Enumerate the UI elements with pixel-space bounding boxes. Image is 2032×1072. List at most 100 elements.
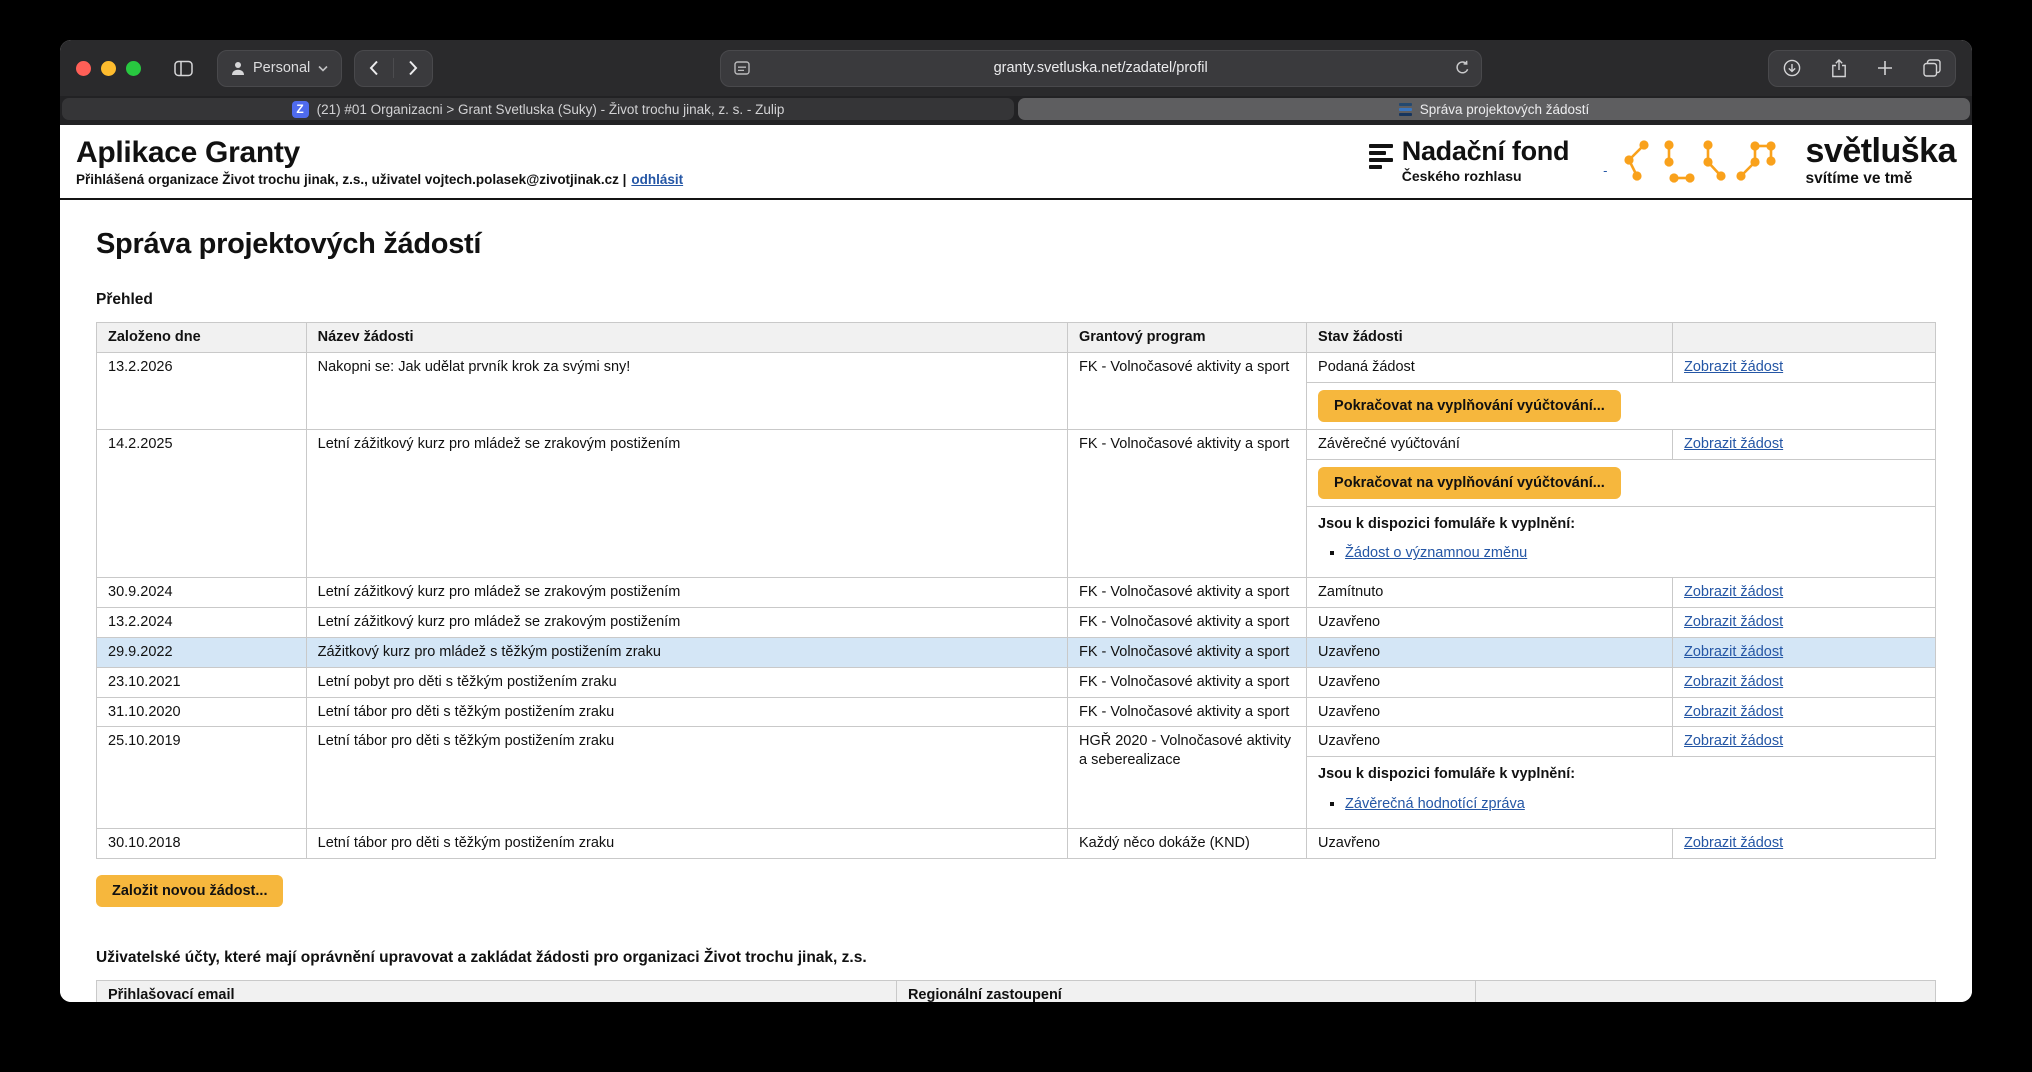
cell-actions: Zobrazit žádost [1673,727,1936,757]
table-row: 14.2.2025 Letní zážitkový kurz pro mláde… [97,429,1936,459]
view-application-link[interactable]: Zobrazit žádost [1684,733,1783,749]
nadacni-fond-text: Nadační fond Českého rozhlasu [1402,138,1569,184]
page-body: Aplikace Granty Přihlášená organizace Ži… [60,125,1972,1002]
cell-forms: Jsou k dispozici fomuláře k vyplnění: Zá… [1307,757,1936,829]
tab-overview-button[interactable] [1923,59,1941,77]
back-button[interactable] [355,51,393,86]
cell-actions: Zobrazit žádost [1673,578,1936,608]
close-window-button[interactable] [76,61,91,76]
reload-icon[interactable] [1455,51,1470,86]
zoom-window-button[interactable] [126,61,141,76]
history-nav [354,50,433,87]
tab-sprava-zadosti[interactable]: Správa projektových žádostí [1018,98,1970,120]
form-link[interactable]: Žádost o významnou změnu [1345,545,1527,561]
view-application-link[interactable]: Zobrazit žádost [1684,704,1783,720]
cell-name: Letní tábor pro děti s těžkým postižením… [306,697,1067,727]
cell-date: 30.10.2018 [97,828,307,858]
cell-actions: Zobrazit žádost [1673,697,1936,727]
col-header-region: Regionální zastoupení [896,980,1475,1002]
view-application-link[interactable]: Zobrazit žádost [1684,436,1783,452]
tab-zulip-label: (21) #01 Organizacni > Grant Svetluska (… [317,102,785,117]
cell-status: Uzavřeno [1307,727,1673,757]
view-application-link[interactable]: Zobrazit žádost [1684,835,1783,851]
cell-program: FK - Volnočasové aktivity a sport [1067,667,1306,697]
svetluska-line2: svítíme ve tmě [1806,170,1957,188]
list-item: Závěrečná hodnotící zpráva [1345,795,1924,814]
cell-program: Každý něco dokáže (KND) [1067,828,1306,858]
sidebar-icon [174,60,193,77]
cell-name: Nakopni se: Jak udělat prvník krok za sv… [306,352,1067,429]
granty-favicon-icon [1399,103,1412,116]
cell-actions: Zobrazit žádost [1673,667,1936,697]
page-settings-icon[interactable] [734,51,750,86]
sidebar-toggle-button[interactable] [161,50,205,87]
cell-name: Letní zážitkový kurz pro mládež se zrako… [306,608,1067,638]
forms-available-label: Jsou k dispozici fomuláře k vyplnění: [1318,515,1924,534]
nadacni-fond-logo: Nadační fond Českého rozhlasu [1369,138,1569,184]
profile-switcher[interactable]: Personal [217,50,342,87]
svetluska-text: světluška svítíme ve tmě [1806,134,1957,188]
cell-date: 29.9.2022 [97,637,307,667]
zulip-icon: Z [292,101,309,118]
cell-program: HGŘ 2020 - Volnočasové aktivity a sebere… [1067,727,1306,829]
cell-name: Letní tábor pro děti s těžkým postižením… [306,828,1067,858]
table-row: 30.10.2018 Letní tábor pro děti s těžkým… [97,828,1936,858]
cell-status: Podaná žádost [1307,352,1673,382]
main-content: Správa projektových žádostí Přehled Zalo… [60,200,1972,1002]
accounts-table: Přihlašovací email Regionální zastoupení… [96,980,1936,1002]
cell-program: FK - Volnočasové aktivity a sport [1067,578,1306,608]
share-button[interactable] [1831,59,1847,78]
downloads-button[interactable] [1783,59,1801,77]
person-icon [231,61,245,76]
cell-actions: Zobrazit žádost [1673,429,1936,459]
cell-actions: Zobrazit žádost [1673,828,1936,858]
site-header-logos: Nadační fond Českého rozhlasu - [1369,134,1956,188]
login-info-text: Přihlášená organizace Život trochu jinak… [76,172,626,187]
cell-continue: Pokračovat na vyplňování vyúčtování... [1307,459,1936,506]
tab-zulip[interactable]: Z (21) #01 Organizacni > Grant Svetluska… [62,98,1014,120]
view-application-link[interactable]: Zobrazit žádost [1684,644,1783,660]
view-application-link[interactable]: Zobrazit žádost [1684,359,1783,375]
svetluska-logo: světluška svítíme ve tmě [1620,134,1957,188]
view-application-link[interactable]: Zobrazit žádost [1684,674,1783,690]
cell-status: Uzavřeno [1307,608,1673,638]
download-icon [1783,59,1801,77]
forward-button[interactable] [394,51,432,86]
svetluska-line1: světluška [1806,134,1957,168]
cell-date: 13.2.2024 [97,608,307,638]
cell-date: 30.9.2024 [97,578,307,608]
table-row: 23.10.2021 Letní pobyt pro děti s těžkým… [97,667,1936,697]
browser-window: Personal granty.svetluska.net/zadatel/pr… [60,40,1972,1002]
view-application-link[interactable]: Zobrazit žádost [1684,584,1783,600]
create-new-application-button[interactable]: Založit novou žádost... [96,875,283,907]
cell-status: Uzavřeno [1307,697,1673,727]
cell-status: Zamítnuto [1307,578,1673,608]
table-row: 13.2.2026 Nakopni se: Jak udělat prvník … [97,352,1936,382]
continue-settlement-button[interactable]: Pokračovat na vyplňování vyúčtování... [1318,467,1621,499]
logout-link[interactable]: odhlásit [631,172,683,187]
minimize-window-button[interactable] [101,61,116,76]
col-header-program: Grantový program [1067,323,1306,353]
site-header: Aplikace Granty Přihlášená organizace Ži… [60,125,1972,200]
cell-date: 14.2.2025 [97,429,307,578]
tabs-icon [1923,59,1941,77]
plus-icon [1877,60,1893,76]
col-header-email: Přihlašovací email [97,980,897,1002]
overview-heading: Přehled [96,291,1936,309]
new-tab-button[interactable] [1877,60,1893,76]
svetluska-dots-icon [1620,134,1792,188]
view-application-link[interactable]: Zobrazit žádost [1684,614,1783,630]
accounts-header-row: Přihlašovací email Regionální zastoupení [97,980,1936,1002]
form-link[interactable]: Závěrečná hodnotící zpráva [1345,796,1525,812]
cell-program: FK - Volnočasové aktivity a sport [1067,608,1306,638]
table-row: 30.9.2024 Letní zážitkový kurz pro mláde… [97,578,1936,608]
address-bar[interactable]: granty.svetluska.net/zadatel/profil [720,50,1482,87]
cell-program: FK - Volnočasové aktivity a sport [1067,637,1306,667]
cell-date: 31.10.2020 [97,697,307,727]
url-text: granty.svetluska.net/zadatel/profil [994,60,1208,76]
cell-name: Letní zážitkový kurz pro mládež se zrako… [306,578,1067,608]
continue-settlement-button[interactable]: Pokračovat na vyplňování vyúčtování... [1318,390,1621,422]
chevron-down-icon [318,65,328,72]
tab-strip: Z (21) #01 Organizacni > Grant Svetluska… [60,96,1972,125]
site-header-left: Aplikace Granty Přihlášená organizace Ži… [76,136,683,187]
